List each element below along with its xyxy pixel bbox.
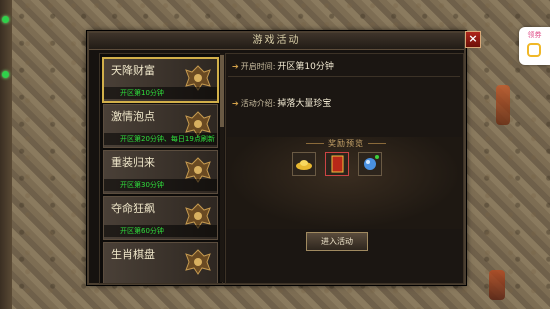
activity-name: 夺命狂飙 <box>111 202 155 215</box>
activity-item-jiqing[interactable]: 激情泡点 开区第20分钟、每日19点刷新 <box>103 104 218 148</box>
reward-background <box>227 137 462 229</box>
activity-detail: ➔ 开启时间: 开区第10分钟 ➔ 活动介绍: 掉落大量珍宝 奖励预览 进入活动 <box>225 53 464 284</box>
activity-info: 开区第10分钟 <box>104 87 217 99</box>
activity-panel: 游戏活动 天降财富 开区第10分钟 激情泡点 开区第20分钟、每日19点刷新 重… <box>87 31 466 285</box>
divider <box>228 76 460 77</box>
demon-emblem-icon <box>185 249 211 275</box>
activity-name: 激情泡点 <box>111 110 155 123</box>
character-figure <box>496 85 510 125</box>
intro-value: 掉落大量珍宝 <box>277 99 332 109</box>
panel-title: 游戏活动 <box>89 33 464 50</box>
red-book-icon <box>331 155 344 173</box>
activity-name: 天降财富 <box>111 64 155 77</box>
coupon-icon <box>527 43 541 57</box>
activity-info: 开区第20分钟、每日19点刷新 <box>104 133 217 145</box>
enter-activity-button[interactable]: 进入活动 <box>306 232 368 251</box>
open-time-row: ➔ 开启时间: 开区第10分钟 <box>232 59 334 72</box>
close-button[interactable]: × <box>465 31 481 48</box>
list-scrollbar-thumb[interactable] <box>220 55 224 127</box>
activity-item-duoming[interactable]: 夺命狂飙 开区第60分钟 <box>103 196 218 240</box>
activity-list: 天降财富 开区第10分钟 激情泡点 开区第20分钟、每日19点刷新 重装归来 开… <box>99 53 223 284</box>
activity-item-tianjiang[interactable]: 天降财富 开区第10分钟 <box>102 57 219 103</box>
activity-info: 开区第60分钟 <box>104 225 217 237</box>
green-gem-icon <box>2 71 9 78</box>
activity-name: 重装归来 <box>111 156 155 169</box>
coupon-badge[interactable]: 领券 <box>519 27 550 65</box>
arrow-icon: ➔ <box>232 99 239 108</box>
open-time-label: 开启时间: <box>240 62 276 71</box>
gold-ingot-icon <box>296 160 312 170</box>
activity-name: 生肖棋盘 <box>111 248 155 261</box>
intro-row: ➔ 活动介绍: 掉落大量珍宝 <box>232 96 331 109</box>
activity-item-zhongzhuang[interactable]: 重装归来 开区第30分钟 <box>103 150 218 194</box>
reward-slot[interactable] <box>292 152 316 176</box>
open-time-value: 开区第10分钟 <box>277 62 334 72</box>
reward-title: 奖励预览 <box>286 138 406 149</box>
activity-item-shengxiao[interactable]: 生肖棋盘 <box>103 242 218 283</box>
character-figure <box>489 270 505 300</box>
left-edge-strip <box>0 0 12 309</box>
blue-orb-icon <box>364 155 379 170</box>
green-gem-icon <box>2 16 9 23</box>
intro-label: 活动介绍: <box>240 99 276 108</box>
coupon-label: 领券 <box>527 31 542 39</box>
reward-slot[interactable] <box>358 152 382 176</box>
arrow-icon: ➔ <box>232 62 239 71</box>
activity-info: 开区第30分钟 <box>104 179 217 191</box>
reward-slot[interactable] <box>325 152 349 176</box>
